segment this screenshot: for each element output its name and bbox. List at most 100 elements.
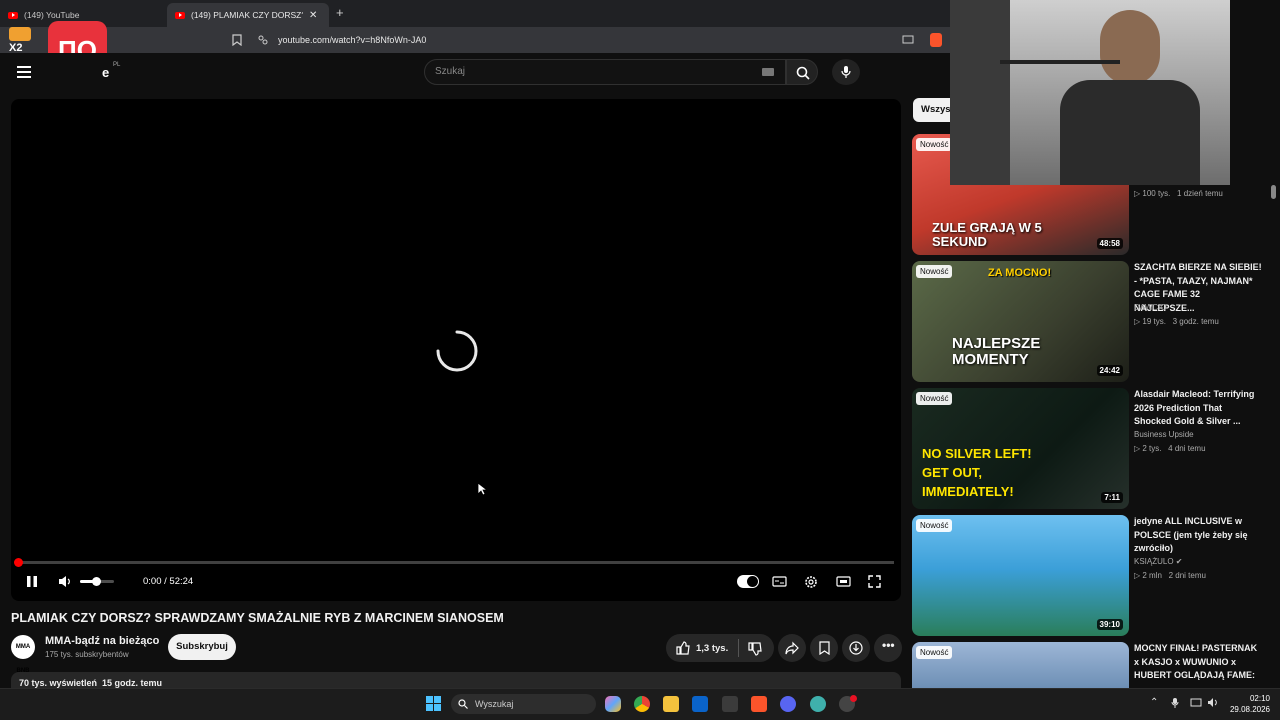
new-badge: Nowość: [916, 646, 953, 659]
video-title: PLAMIAK CZY DORSZ? SPRAWDZAMY SMAŻALNIE …: [11, 611, 504, 625]
video-meta: ▷ 2 mln 2 dni temu: [1134, 571, 1206, 580]
search-button[interactable]: [786, 59, 818, 85]
recommended-video-title[interactable]: Alasdair Macleod: Terrifying 2026 Predic…: [1134, 388, 1262, 429]
discord-icon[interactable]: [780, 696, 796, 712]
youtube-favicon-icon: [175, 11, 185, 19]
like-icon[interactable]: [676, 641, 690, 655]
video-duration: 24:42: [1096, 365, 1123, 376]
microphone-icon: [841, 66, 851, 78]
search-icon: [796, 66, 810, 80]
recommended-video-thumbnail[interactable]: Nowość: [912, 642, 1129, 688]
video-duration: 39:10: [1096, 619, 1123, 630]
file-explorer-icon[interactable]: [663, 696, 679, 712]
app-icon[interactable]: [722, 696, 738, 712]
url-field[interactable]: youtube.com/watch?v=h8NfoWn-JA0: [252, 30, 892, 50]
recommended-video-title[interactable]: jedyne ALL INCLUSIVE w POLSCE (jem tyle …: [1134, 515, 1262, 556]
pause-icon[interactable]: [26, 575, 38, 588]
sidebar-scrollbar[interactable]: [1271, 185, 1276, 199]
microsoft-store-icon[interactable]: [692, 696, 708, 712]
settings-gear-icon[interactable]: [804, 575, 818, 589]
search-input[interactable]: Szukaj: [424, 59, 786, 85]
subtitles-icon[interactable]: [772, 576, 787, 587]
subscriber-count: 175 tys. subskrybentów: [45, 650, 129, 659]
video-meta: ▷ 2 tys. 4 dni temu: [1134, 444, 1206, 453]
recommended-video-channel[interactable]: DAWCIO: [1134, 303, 1167, 312]
character-icon: [9, 27, 31, 41]
autoplay-toggle[interactable]: [737, 575, 759, 588]
display-icon[interactable]: [1190, 698, 1202, 708]
chrome-icon[interactable]: [634, 696, 650, 712]
app-icon[interactable]: [810, 696, 826, 712]
more-icon: •••: [882, 638, 895, 652]
cast-icon[interactable]: [902, 35, 914, 45]
time-display: 0:00 / 52:24: [143, 576, 194, 587]
browser-tab-video[interactable]: (149) PLAMIAK CZY DORSZ? SPR ✕: [167, 3, 329, 27]
taskbar-search-input[interactable]: Wyszukaj: [451, 694, 596, 714]
microphone-icon[interactable]: [1171, 697, 1179, 709]
mouse-cursor-icon: [477, 482, 487, 496]
video-meta: ▷ 100 tys. 1 dzień temu: [1134, 189, 1223, 198]
video-duration: 48:58: [1096, 238, 1123, 249]
video-duration: 7:11: [1101, 492, 1123, 503]
copilot-icon[interactable]: [605, 696, 621, 712]
dislike-icon[interactable]: [748, 642, 762, 656]
menu-icon[interactable]: [17, 66, 31, 78]
more-actions-button[interactable]: •••: [874, 634, 902, 662]
recommended-video-thumbnail[interactable]: Nowość ZA MOCNO! NAJLEPSZE MOMENTY 24:42: [912, 261, 1129, 382]
recommended-video-channel[interactable]: KSIĄŻULO ✔: [1134, 557, 1183, 566]
browser-tab-bar: (149) YouTube (149) PLAMIAK CZY DORSZ? S…: [0, 0, 950, 27]
new-tab-button[interactable]: +: [336, 5, 344, 20]
download-button[interactable]: [842, 634, 870, 662]
recommended-video-channel[interactable]: Business Upside: [1134, 430, 1194, 439]
webcam-overlay: [950, 0, 1230, 185]
share-button[interactable]: [778, 634, 806, 662]
recommended-video-title[interactable]: MOCNY FINAŁ! PASTERNAK x KASJO x WUWUNIO…: [1134, 642, 1262, 688]
thumbnail-text: ZULE GRAJĄ W 5 SEKUND: [932, 220, 1042, 249]
video-meta: ▷ 19 tys. 3 godz. temu: [1134, 317, 1219, 326]
youtube-favicon-icon: [8, 11, 18, 19]
brave-browser-icon[interactable]: [751, 696, 767, 712]
tab-title: (149) YouTube: [24, 10, 80, 20]
clock-time: 02:10: [1249, 694, 1270, 703]
bookmark-icon[interactable]: [232, 34, 242, 46]
like-count[interactable]: 1,3 tys.: [696, 643, 728, 654]
youtube-region-label: PL: [113, 62, 121, 68]
channel-name[interactable]: MMA-bądź na bieżąco: [45, 635, 159, 647]
recommended-video-thumbnail[interactable]: Nowość 39:10: [912, 515, 1129, 636]
progress-bar[interactable]: [18, 561, 894, 564]
notification-dot: [850, 695, 857, 702]
progress-scrubber[interactable]: [14, 558, 23, 567]
save-button[interactable]: [810, 634, 838, 662]
fullscreen-icon[interactable]: [868, 575, 881, 588]
divider: [738, 639, 739, 657]
brave-shield-icon[interactable]: [930, 33, 942, 47]
download-icon: [849, 641, 863, 655]
volume-icon[interactable]: [58, 575, 72, 588]
share-icon: [785, 641, 799, 655]
thumbnail-text: NO SILVER LEFT! GET OUT, IMMEDIATELY!: [922, 446, 1032, 499]
new-badge: Nowość: [916, 138, 953, 151]
tab-close-icon[interactable]: ✕: [309, 10, 317, 21]
new-badge: Nowość: [916, 392, 953, 405]
new-badge: Nowość: [916, 519, 953, 532]
volume-slider-handle[interactable]: [92, 577, 101, 586]
chevron-up-icon[interactable]: ⌃: [1150, 697, 1158, 708]
thumbnail-text: NAJLEPSZE MOMENTY: [952, 335, 1041, 368]
loading-spinner-icon: [436, 330, 478, 372]
youtube-logo-text[interactable]: e: [102, 65, 109, 80]
channel-avatar[interactable]: MMA BNB: [11, 635, 35, 674]
windows-start-icon[interactable]: [426, 696, 441, 711]
clock-date: 29.08.2026: [1229, 705, 1270, 714]
tab-title: (149) PLAMIAK CZY DORSZ? SPR: [191, 10, 303, 20]
recommended-video-thumbnail[interactable]: Nowość NO SILVER LEFT! GET OUT, IMMEDIAT…: [912, 388, 1129, 509]
thumbnail-text-top: ZA MOCNO!: [988, 267, 1052, 279]
views-and-date: 70 tys. wyświetleń 15 godz. temu: [19, 678, 163, 688]
volume-icon[interactable]: [1207, 697, 1219, 708]
new-badge: Nowość: [916, 265, 953, 278]
voice-search-button[interactable]: [832, 59, 860, 85]
subscribe-button[interactable]: Subskrybuj: [168, 634, 236, 660]
theater-mode-icon[interactable]: [836, 576, 851, 587]
save-bookmark-icon: [819, 641, 830, 655]
keyboard-icon[interactable]: [762, 68, 774, 76]
taskbar-clock[interactable]: 02:10 29.08.2026: [1224, 693, 1270, 715]
